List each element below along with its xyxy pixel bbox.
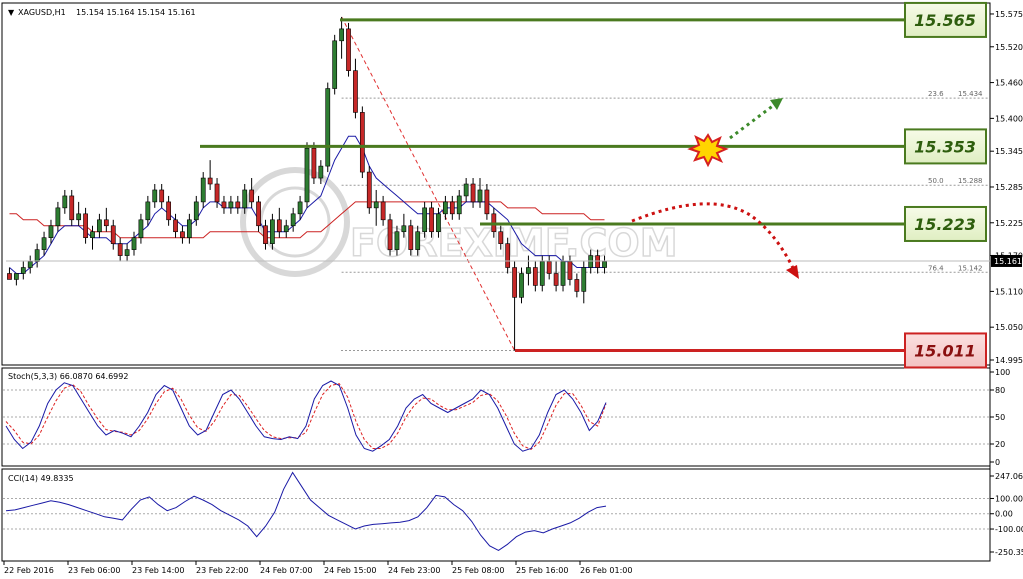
x-tick-label: 23 Feb 22:00 — [196, 566, 248, 575]
stoch-title: Stoch(5,3,3) 66.0870 64.6992 — [8, 372, 128, 381]
resistance-label: 15.223 — [904, 205, 987, 242]
chart-canvas: FOREXIMF.COM ▼ XAGUSD,H1 15.154 15.164 1… — [1, 1, 1023, 575]
support-label: 15.011 — [904, 332, 987, 369]
resistance-label: 15.353 — [904, 128, 987, 165]
resistance-label: 15.565 — [904, 1, 987, 38]
x-tick-label: 22 Feb 2016 — [4, 566, 54, 575]
candle — [346, 22, 351, 77]
x-tick-label: 24 Feb 15:00 — [324, 566, 376, 575]
svg-text:15.353: 15.353 — [914, 137, 976, 156]
cci-pane — [1, 468, 991, 562]
header-arrow-icon: ▼ — [8, 8, 15, 17]
x-tick-label: 25 Feb 08:00 — [452, 566, 504, 575]
x-tick-label: 23 Feb 14:00 — [132, 566, 184, 575]
cci-title: CCI(14) 49.8335 — [8, 474, 74, 483]
svg-text:15.011: 15.011 — [914, 341, 976, 360]
candle — [366, 166, 372, 214]
y-tick-label: 15.225 — [995, 219, 1023, 228]
fib-price-label: 15.434 — [958, 90, 983, 98]
fib-price-label: 15.142 — [958, 264, 983, 272]
candle — [325, 82, 331, 173]
y-tick-label: 15.285 — [995, 183, 1023, 192]
svg-text:15.565: 15.565 — [914, 11, 976, 30]
x-tick-label: 26 Feb 01:00 — [580, 566, 632, 575]
x-tick-label: 23 Feb 06:00 — [68, 566, 120, 575]
candle — [359, 106, 365, 179]
stoch-tick-label: 80 — [995, 386, 1005, 395]
candle — [311, 142, 317, 184]
y-tick-label: 15.520 — [995, 43, 1023, 52]
stoch-tick-label: 20 — [995, 440, 1005, 449]
symbol-label: XAGUSD,H1 — [18, 8, 66, 17]
y-tick-label: 14.995 — [995, 356, 1023, 365]
stoch-tick-label: 100 — [995, 368, 1010, 377]
candle — [332, 34, 338, 95]
fib-ratio-label: 23.6 — [928, 90, 944, 98]
fib-price-label: 15.288 — [958, 177, 983, 185]
ohlc-label: 15.154 15.164 15.154 15.161 — [76, 8, 196, 17]
stoch-tick-label: 0 — [995, 458, 1000, 467]
y-tick-label: 15.050 — [995, 323, 1023, 332]
cci-tick-label: -100.00 — [995, 525, 1023, 534]
fib-ratio-label: 76.4 — [928, 264, 944, 272]
cci-tick-label: 0.00 — [995, 510, 1013, 519]
x-tick-label: 24 Feb 23:00 — [388, 566, 440, 575]
chart-window: FOREXIMF.COM ▼ XAGUSD,H1 15.154 15.164 1… — [0, 0, 1023, 579]
fib-ratio-label: 50.0 — [928, 177, 944, 185]
svg-text:15.223: 15.223 — [914, 215, 976, 234]
y-tick-label: 15.460 — [995, 79, 1023, 88]
y-tick-label: 15.110 — [995, 287, 1023, 296]
y-tick-label: 15.400 — [995, 114, 1023, 123]
x-tick-label: 24 Feb 07:00 — [260, 566, 312, 575]
y-tick-label: 15.575 — [995, 10, 1023, 19]
x-tick-label: 25 Feb 16:00 — [516, 566, 568, 575]
stoch-tick-label: 50 — [995, 413, 1005, 422]
cci-tick-label: -250.35 — [995, 548, 1023, 557]
current-price-text: 15.161 — [994, 257, 1022, 266]
main-pane — [1, 2, 991, 366]
cci-tick-label: 100.00 — [995, 494, 1023, 503]
candle — [387, 213, 393, 256]
candle — [304, 142, 310, 208]
y-tick-label: 15.345 — [995, 147, 1023, 156]
cci-tick-label: 247.065 — [995, 472, 1023, 481]
